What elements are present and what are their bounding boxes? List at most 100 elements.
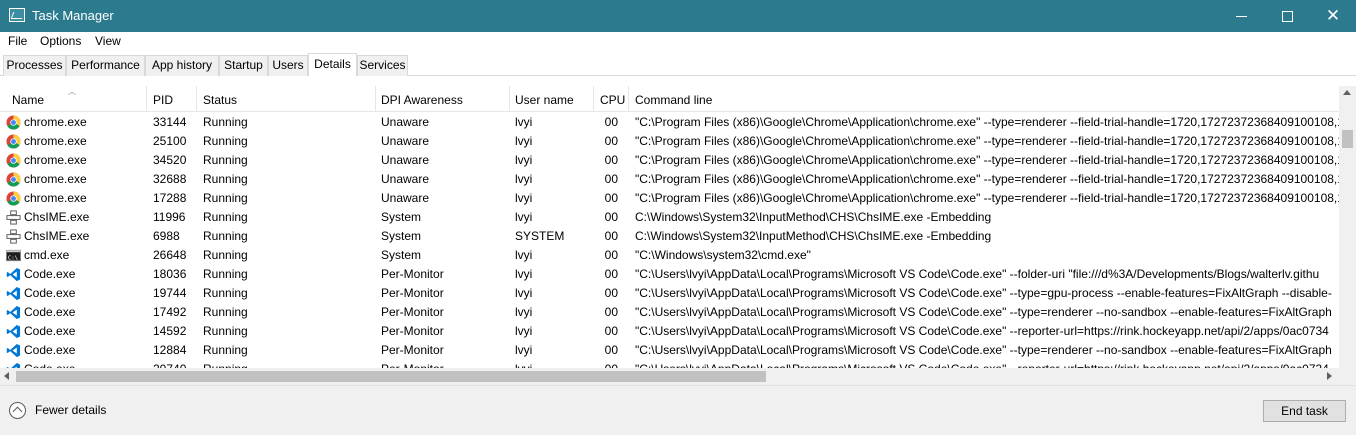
task-manager-icon bbox=[9, 8, 25, 22]
cell-status: Running bbox=[203, 229, 248, 243]
cell-dpi-awareness: Per-Monitor bbox=[381, 267, 444, 281]
cell-command-line: "C:\Program Files (x86)\Google\Chrome\Ap… bbox=[635, 191, 1339, 205]
maximize-button[interactable] bbox=[1264, 0, 1310, 32]
cell-dpi-awareness: Unaware bbox=[381, 191, 430, 205]
cell-user-name: lvyi bbox=[515, 305, 533, 319]
table-row[interactable]: Code.exe 18036 Running Per-Monitor lvyi 00 "C:… bbox=[0, 265, 1339, 284]
window-title: Task Manager bbox=[32, 8, 114, 23]
tab-services[interactable]: Services bbox=[357, 55, 408, 76]
column-header-pid[interactable]: PID bbox=[153, 93, 173, 107]
title-bar[interactable]: Task Manager ✕ bbox=[0, 0, 1356, 32]
table-row[interactable]: ChsIME.exe 6988 Running System SYSTEM 00 C:\Wi… bbox=[0, 227, 1339, 246]
tab-processes[interactable]: Processes bbox=[3, 55, 66, 76]
horizontal-scroll-thumb[interactable] bbox=[16, 371, 766, 382]
table-row[interactable]: Code.exe 19744 Running Per-Monitor lvyi 00 "C:… bbox=[0, 284, 1339, 303]
tab-startup[interactable]: Startup bbox=[219, 55, 268, 76]
table-row[interactable]: ChsIME.exe 11996 Running System lvyi 00 C:\Win… bbox=[0, 208, 1339, 227]
cell-name: chrome.exe bbox=[24, 191, 87, 205]
cell-user-name: lvyi bbox=[515, 172, 533, 186]
tab-app-history[interactable]: App history bbox=[145, 55, 219, 76]
chrome-icon bbox=[6, 172, 21, 187]
cell-dpi-awareness: Unaware bbox=[381, 115, 430, 129]
column-header-name[interactable]: Name bbox=[12, 93, 44, 107]
table-row[interactable]: chrome.exe 17288 Running Unaware lvyi 00 "C:\P… bbox=[0, 189, 1339, 208]
cell-command-line: "C:\Program Files (x86)\Google\Chrome\Ap… bbox=[635, 115, 1339, 129]
scroll-left-icon[interactable] bbox=[4, 372, 9, 380]
end-task-button[interactable]: End task bbox=[1263, 400, 1346, 422]
column-divider[interactable] bbox=[146, 86, 147, 112]
column-divider[interactable] bbox=[628, 86, 629, 112]
table-row[interactable]: Code.exe 17492 Running Per-Monitor lvyi 00 "C:… bbox=[0, 303, 1339, 322]
cell-pid: 17288 bbox=[153, 191, 187, 205]
column-header-command-line[interactable]: Command line bbox=[635, 93, 712, 107]
svg-text:C:\: C:\ bbox=[8, 255, 18, 261]
vertical-scroll-thumb[interactable] bbox=[1342, 130, 1353, 148]
cell-user-name: lvyi bbox=[515, 343, 533, 357]
table-row[interactable]: chrome.exe 34520 Running Unaware lvyi 00 "C:\P… bbox=[0, 151, 1339, 170]
close-button[interactable]: ✕ bbox=[1310, 0, 1356, 32]
cell-cpu: 00 bbox=[604, 248, 618, 262]
tab-users[interactable]: Users bbox=[268, 55, 308, 76]
cell-dpi-awareness: Per-Monitor bbox=[381, 286, 444, 300]
cell-pid: 34520 bbox=[153, 153, 187, 167]
cell-status: Running bbox=[203, 153, 248, 167]
scroll-up-icon[interactable] bbox=[1343, 90, 1351, 95]
cell-command-line: C:\Windows\System32\InputMethod\CHS\ChsI… bbox=[635, 210, 992, 224]
cell-command-line: "C:\Program Files (x86)\Google\Chrome\Ap… bbox=[635, 153, 1339, 167]
table-row[interactable]: C:\ cmd.exe 26648 Running System lvyi 00 "C:\Wi… bbox=[0, 246, 1339, 265]
cell-status: Running bbox=[203, 324, 248, 338]
vertical-scrollbar[interactable] bbox=[1339, 86, 1356, 371]
column-divider[interactable] bbox=[375, 86, 376, 112]
table-row[interactable]: chrome.exe 33144 Running Unaware lvyi 00 "C:\P… bbox=[0, 113, 1339, 132]
column-divider[interactable] bbox=[509, 86, 510, 112]
menu-options[interactable]: Options bbox=[37, 34, 84, 48]
column-divider[interactable] bbox=[593, 86, 594, 112]
cell-command-line: "C:\Users\lvyi\AppData\Local\Programs\Mi… bbox=[635, 267, 1320, 281]
column-header-user-name[interactable]: User name bbox=[515, 93, 574, 107]
column-divider[interactable] bbox=[196, 86, 197, 112]
cell-command-line: "C:\Users\lvyi\AppData\Local\Programs\Mi… bbox=[635, 343, 1332, 357]
cell-pid: 17492 bbox=[153, 305, 187, 319]
table-row[interactable]: chrome.exe 32688 Running Unaware lvyi 00 "C:\P… bbox=[0, 170, 1339, 189]
scroll-right-icon[interactable] bbox=[1327, 372, 1332, 380]
cell-pid: 18036 bbox=[153, 267, 187, 281]
cell-pid: 33144 bbox=[153, 115, 187, 129]
cell-name: Code.exe bbox=[24, 305, 76, 319]
cell-dpi-awareness: Unaware bbox=[381, 172, 430, 186]
cell-user-name: lvyi bbox=[515, 248, 533, 262]
cell-name: Code.exe bbox=[24, 343, 76, 357]
tab-performance[interactable]: Performance bbox=[66, 55, 145, 76]
scrollbar-corner bbox=[1339, 368, 1356, 385]
close-icon: ✕ bbox=[1325, 6, 1341, 25]
menu-file[interactable]: File bbox=[5, 34, 30, 48]
column-header-status[interactable]: Status bbox=[203, 93, 237, 107]
tab-details[interactable]: Details bbox=[308, 53, 357, 76]
minimize-icon bbox=[1235, 15, 1247, 17]
cell-pid: 14592 bbox=[153, 324, 187, 338]
cell-pid: 11996 bbox=[153, 210, 186, 224]
cell-name: chrome.exe bbox=[24, 172, 87, 186]
cell-dpi-awareness: Per-Monitor bbox=[381, 343, 444, 357]
cell-name: chrome.exe bbox=[24, 115, 87, 129]
cell-pid: 19744 bbox=[153, 286, 187, 300]
table-row[interactable]: Code.exe 12884 Running Per-Monitor lvyi 00 "C:… bbox=[0, 341, 1339, 360]
cell-dpi-awareness: System bbox=[381, 210, 422, 224]
minimize-button[interactable] bbox=[1218, 0, 1264, 32]
chrome-icon bbox=[6, 115, 21, 130]
table-row[interactable]: Code.exe 14592 Running Per-Monitor lvyi 00 "C:… bbox=[0, 322, 1339, 341]
cell-cpu: 00 bbox=[604, 210, 618, 224]
fewer-details-label: Fewer details bbox=[35, 403, 107, 417]
column-header-cpu[interactable]: CPU bbox=[600, 93, 625, 107]
vscode-icon bbox=[6, 324, 21, 339]
footer: Fewer details End task bbox=[0, 385, 1356, 435]
cell-cpu: 00 bbox=[604, 286, 618, 300]
cell-cpu: 00 bbox=[604, 115, 618, 129]
chrome-icon bbox=[6, 153, 21, 168]
cell-pid: 26648 bbox=[153, 248, 187, 262]
column-header-dpi-awareness[interactable]: DPI Awareness bbox=[381, 93, 463, 107]
menu-view[interactable]: View bbox=[92, 34, 124, 48]
table-row[interactable]: chrome.exe 25100 Running Unaware lvyi 00 "C:\P… bbox=[0, 132, 1339, 151]
cell-pid: 6988 bbox=[153, 229, 180, 243]
cmd-icon: C:\ bbox=[6, 249, 21, 261]
horizontal-scrollbar[interactable] bbox=[0, 368, 1339, 385]
